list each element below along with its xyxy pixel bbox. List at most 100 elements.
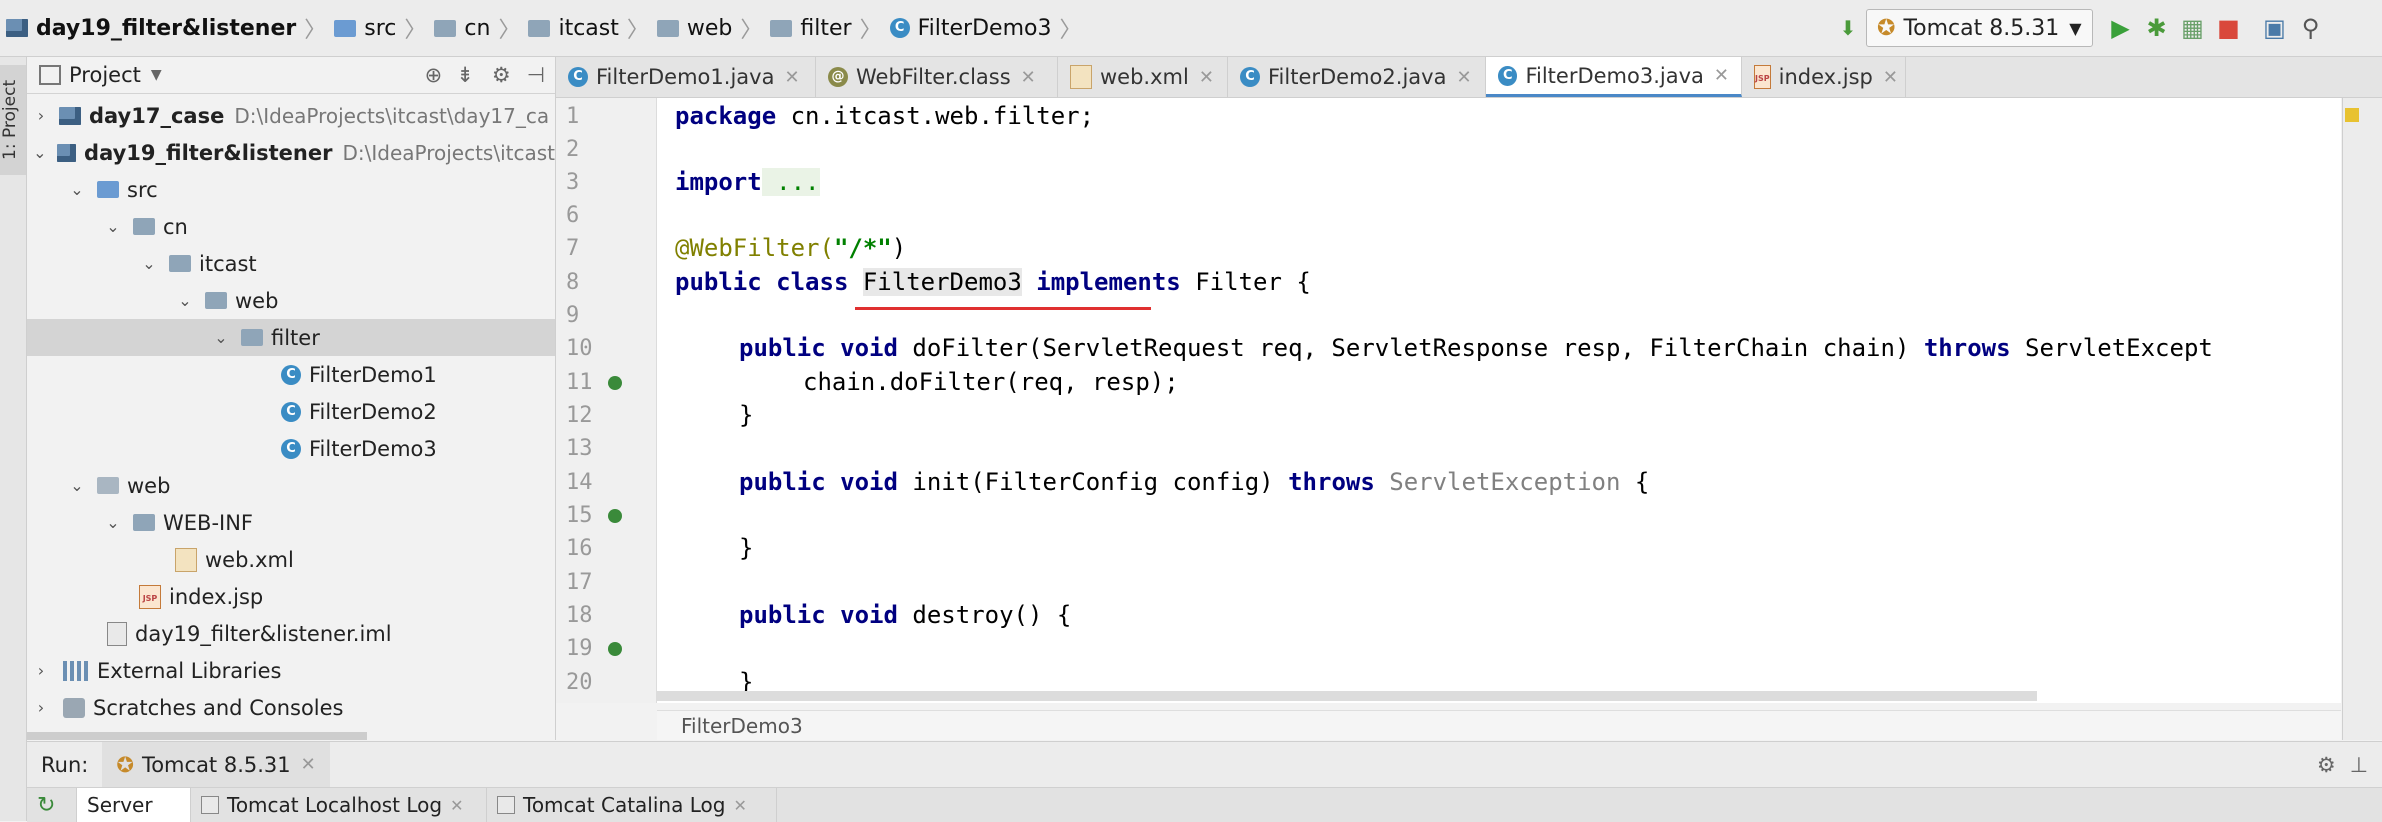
chevron-right-icon[interactable]: › bbox=[31, 661, 51, 680]
horizontal-scrollbar[interactable] bbox=[27, 732, 367, 740]
tree-item-filterdemo3[interactable]: C FilterDemo3 bbox=[27, 430, 555, 467]
keyword: import bbox=[675, 168, 762, 196]
tree-item-web-folder[interactable]: ⌄ web bbox=[27, 467, 555, 504]
log-icon bbox=[497, 796, 515, 814]
tree-item-cn[interactable]: ⌄ cn bbox=[27, 208, 555, 245]
chevron-down-icon[interactable]: ⌄ bbox=[31, 143, 49, 162]
search-icon[interactable]: ⚲ bbox=[2293, 10, 2329, 46]
breadcrumb-separator: 〉 bbox=[1059, 18, 1082, 43]
chevron-down-icon[interactable]: ⌄ bbox=[211, 328, 231, 347]
chevron-down-icon[interactable]: ⌄ bbox=[103, 217, 123, 236]
tree-item-label: FilterDemo3 bbox=[309, 436, 437, 461]
tree-item-filterdemo2[interactable]: C FilterDemo2 bbox=[27, 393, 555, 430]
hide-icon[interactable]: ⊣ bbox=[527, 63, 545, 87]
tree-item-day19[interactable]: ⌄ day19_filter&listener D:\IdeaProjects\… bbox=[27, 134, 555, 171]
tree-item-src[interactable]: ⌄ src bbox=[27, 171, 555, 208]
project-tool-tab[interactable]: 1: Project bbox=[0, 65, 26, 175]
project-view-label[interactable]: Project bbox=[69, 63, 141, 87]
implement-marker-icon[interactable] bbox=[608, 509, 622, 523]
tree-item-itcast[interactable]: ⌄ itcast bbox=[27, 245, 555, 282]
chevron-down-icon[interactable]: ⌄ bbox=[175, 291, 195, 310]
breadcrumb-class[interactable]: C FilterDemo3 〉 bbox=[889, 0, 1090, 56]
tab-server[interactable]: Server bbox=[77, 788, 191, 822]
breadcrumb-itcast[interactable]: itcast 〉 bbox=[528, 0, 656, 56]
implement-marker-icon[interactable] bbox=[608, 376, 622, 390]
breadcrumb-project[interactable]: day19_filter&listener 〉 bbox=[6, 0, 334, 56]
close-icon[interactable]: ✕ bbox=[301, 754, 316, 775]
package-icon bbox=[241, 329, 263, 346]
rerun-icon[interactable]: ↻ bbox=[27, 788, 77, 822]
chevron-right-icon[interactable]: › bbox=[31, 106, 51, 125]
tree-item-web-package[interactable]: ⌄ web bbox=[27, 282, 555, 319]
tab-filterdemo2[interactable]: C FilterDemo2.java ✕ bbox=[1228, 57, 1486, 97]
annotation-icon: @ bbox=[828, 67, 848, 87]
chevron-down-icon[interactable]: ⌄ bbox=[67, 180, 87, 199]
locate-icon[interactable]: ⊕ bbox=[425, 63, 443, 87]
breadcrumb-filter[interactable]: filter 〉 bbox=[770, 0, 889, 56]
gear-icon[interactable]: ⚙ bbox=[492, 63, 511, 87]
tree-item-label: itcast bbox=[199, 251, 257, 276]
build-icon[interactable]: ⬇ bbox=[1830, 10, 1866, 46]
tree-item-filterdemo1[interactable]: C FilterDemo1 bbox=[27, 356, 555, 393]
tree-item-day17-case[interactable]: › day17_case D:\IdeaProjects\itcast\day1… bbox=[27, 97, 555, 134]
log-icon bbox=[201, 796, 219, 814]
tree-item-iml[interactable]: day19_filter&listener.iml bbox=[27, 615, 555, 652]
tab-web-xml[interactable]: web.xml ✕ bbox=[1058, 57, 1228, 97]
debug-icon[interactable]: ✱ bbox=[2139, 10, 2175, 46]
tab-index-jsp[interactable]: JSP index.jsp ✕ bbox=[1742, 57, 1906, 97]
tree-item-external-libraries[interactable]: › External Libraries bbox=[27, 652, 555, 689]
close-icon[interactable]: ✕ bbox=[450, 796, 463, 815]
package-icon bbox=[205, 292, 227, 309]
breadcrumb-web[interactable]: web 〉 bbox=[656, 0, 771, 56]
folded-imports[interactable]: ... bbox=[761, 168, 820, 196]
keyword: public void bbox=[739, 468, 898, 496]
close-icon[interactable]: ✕ bbox=[733, 796, 746, 815]
close-icon[interactable]: ✕ bbox=[1199, 67, 1214, 88]
breadcrumb-cn[interactable]: cn 〉 bbox=[434, 0, 528, 56]
tab-localhost-log[interactable]: Tomcat Localhost Log ✕ bbox=[191, 788, 487, 822]
tree-item-scratches[interactable]: › Scratches and Consoles bbox=[27, 689, 555, 726]
gear-icon[interactable]: ⚙ bbox=[2317, 753, 2336, 777]
chevron-down-icon[interactable]: ▼ bbox=[151, 67, 162, 83]
warning-icon[interactable] bbox=[2345, 108, 2359, 122]
close-icon[interactable]: ✕ bbox=[784, 67, 799, 88]
chevron-right-icon[interactable]: › bbox=[31, 698, 51, 717]
tab-filterdemo3[interactable]: C FilterDemo3.java ✕ bbox=[1486, 57, 1742, 97]
tab-filterdemo1[interactable]: C FilterDemo1.java ✕ bbox=[556, 57, 816, 97]
close-icon[interactable]: ✕ bbox=[1883, 67, 1898, 88]
run-icon[interactable]: ▶ bbox=[2103, 10, 2139, 46]
close-icon[interactable]: ✕ bbox=[1456, 67, 1471, 88]
tree-item-web-xml[interactable]: web.xml bbox=[27, 541, 555, 578]
chevron-down-icon[interactable]: ⌄ bbox=[139, 254, 159, 273]
keyword: public class bbox=[675, 268, 863, 296]
close-icon[interactable]: ✕ bbox=[1021, 67, 1036, 88]
coverage-icon[interactable]: ▦ bbox=[2175, 10, 2211, 46]
source-folder-icon bbox=[97, 181, 119, 198]
code-editor[interactable]: package cn.itcast.web.filter; import ...… bbox=[657, 98, 2341, 703]
stop-icon[interactable]: ■ bbox=[2211, 10, 2247, 46]
collapse-icon[interactable]: ⇟ bbox=[456, 63, 474, 87]
chevron-down-icon[interactable]: ⌄ bbox=[103, 513, 123, 532]
run-config-tab[interactable]: ✪ Tomcat 8.5.31 ✕ bbox=[102, 742, 330, 787]
run-config-select[interactable]: ✪ Tomcat 8.5.31 ▼ bbox=[1866, 9, 2093, 47]
tab-catalina-log[interactable]: Tomcat Catalina Log ✕ bbox=[487, 788, 777, 822]
tree-item-index-jsp[interactable]: JSP index.jsp bbox=[27, 578, 555, 615]
code-text: cn.itcast.web.filter; bbox=[776, 102, 1095, 130]
breadcrumb-src[interactable]: src 〉 bbox=[334, 0, 434, 56]
implement-marker-icon[interactable] bbox=[608, 642, 622, 656]
keyword: public void bbox=[739, 601, 898, 629]
tree-item-filter[interactable]: ⌄ filter bbox=[27, 319, 555, 356]
horizontal-scrollbar[interactable] bbox=[657, 691, 2037, 701]
breadcrumb-separator: 〉 bbox=[498, 18, 521, 43]
tab-webfilter-class[interactable]: @ WebFilter.class ✕ bbox=[816, 57, 1058, 97]
chevron-down-icon[interactable]: ⌄ bbox=[67, 476, 87, 495]
line-number: 11 bbox=[566, 370, 593, 395]
tree-item-label: day19_filter&listener bbox=[84, 140, 333, 165]
project-structure-icon[interactable]: ▣ bbox=[2257, 10, 2293, 46]
code-line-11: public void doFilter(ServletRequest req,… bbox=[739, 334, 2213, 367]
hide-icon[interactable]: ⊥ bbox=[2350, 753, 2368, 777]
project-name: day19_filter&listener bbox=[36, 15, 297, 41]
tree-item-web-inf[interactable]: ⌄ WEB-INF bbox=[27, 504, 555, 541]
close-icon[interactable]: ✕ bbox=[1714, 65, 1729, 86]
editor-breadcrumb[interactable]: FilterDemo3 bbox=[657, 710, 2341, 740]
